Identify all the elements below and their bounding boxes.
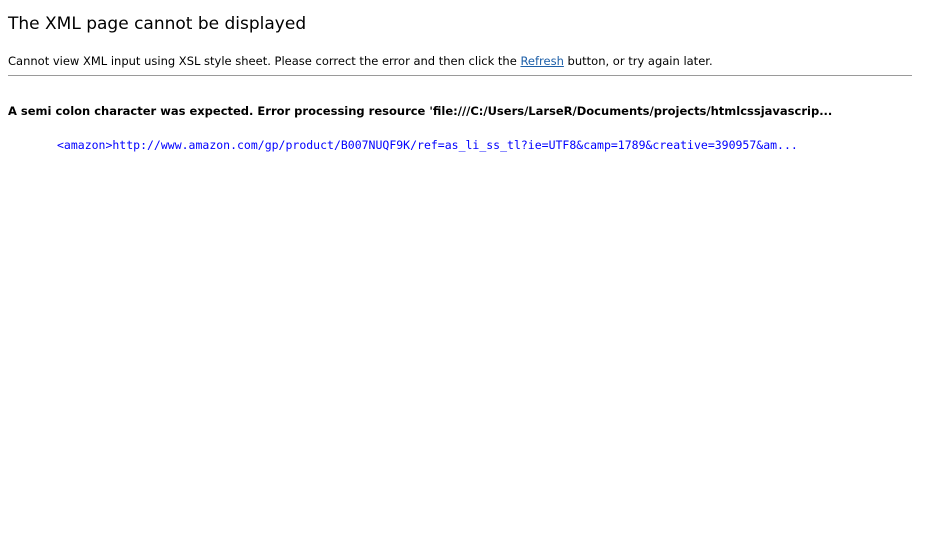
divider <box>8 75 912 76</box>
refresh-link[interactable]: Refresh <box>520 54 563 68</box>
error-source-line: <amazon>http://www.amazon.com/gp/product… <box>57 138 798 152</box>
error-heading: A semi colon character was expected. Err… <box>8 104 833 118</box>
error-message: Cannot view XML input using XSL style sh… <box>8 54 713 68</box>
xml-error-page: The XML page cannot be displayed Cannot … <box>0 0 942 535</box>
message-text-after: button, or try again later. <box>563 54 713 68</box>
page-title: The XML page cannot be displayed <box>8 14 307 34</box>
message-text-before: Cannot view XML input using XSL style sh… <box>8 54 521 68</box>
